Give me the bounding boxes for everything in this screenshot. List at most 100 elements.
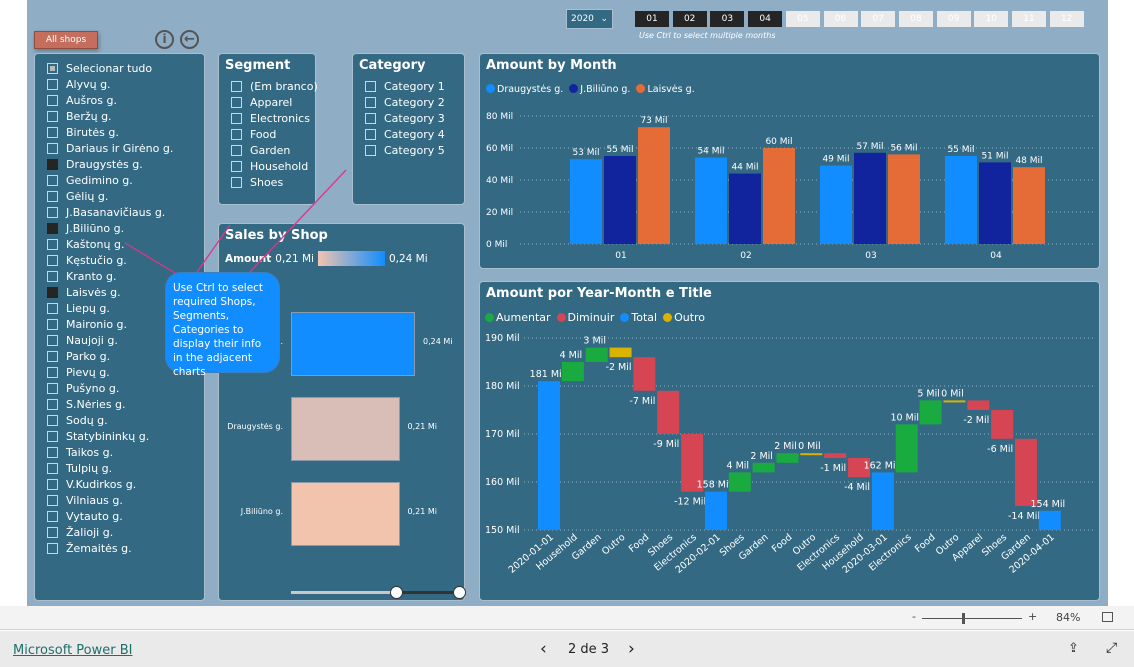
checkbox[interactable] — [231, 113, 242, 124]
waterfall-bar[interactable] — [871, 472, 894, 530]
checkbox[interactable] — [47, 127, 58, 138]
checkbox[interactable] — [47, 191, 58, 202]
month-button-05[interactable]: 05 — [785, 11, 820, 27]
slicer-item[interactable]: Garden — [231, 144, 290, 157]
checkbox[interactable] — [47, 367, 58, 378]
bar[interactable] — [570, 159, 602, 244]
waterfall-bar[interactable] — [824, 453, 847, 458]
slicer-item[interactable]: Shoes — [231, 176, 283, 189]
waterfall-bar[interactable] — [538, 381, 560, 530]
checkbox[interactable] — [47, 351, 58, 362]
waterfall-bar[interactable] — [585, 347, 608, 362]
checkbox[interactable] — [47, 543, 58, 554]
slicer-item[interactable]: Kęstučio g. — [47, 254, 127, 267]
slicer-item[interactable]: Category 3 — [365, 112, 445, 125]
slicer-item[interactable]: Birutės g. — [47, 126, 119, 139]
share-icon[interactable]: ⇪ — [1068, 641, 1079, 656]
shop-bar[interactable] — [291, 312, 415, 376]
checkbox[interactable] — [231, 161, 242, 172]
slicer-item[interactable]: Category 5 — [365, 144, 445, 157]
info-icon[interactable]: i — [155, 30, 174, 49]
year-dropdown[interactable]: 2020 ⌄ — [566, 9, 613, 29]
bar[interactable] — [729, 173, 761, 244]
checkbox[interactable] — [231, 81, 242, 92]
bar[interactable] — [604, 156, 636, 244]
month-button-09[interactable]: 09 — [936, 11, 971, 27]
slicer-item[interactable]: Dariaus ir Girėno g. — [47, 142, 173, 155]
back-arrow-icon[interactable]: ← — [180, 30, 199, 49]
slicer-item[interactable]: Kranto g. — [47, 270, 116, 283]
checkbox[interactable] — [365, 113, 376, 124]
slicer-item[interactable]: Žemaitės g. — [47, 542, 132, 555]
checkbox[interactable] — [47, 111, 58, 122]
bar[interactable] — [695, 157, 727, 244]
waterfall-bar[interactable] — [776, 453, 799, 463]
bar[interactable] — [854, 152, 886, 244]
waterfall-bar[interactable] — [943, 400, 966, 403]
slicer-item[interactable]: Taikos g. — [47, 446, 113, 459]
checkbox[interactable] — [47, 383, 58, 394]
checkbox[interactable] — [47, 207, 58, 218]
checkbox[interactable] — [47, 175, 58, 186]
waterfall-bar[interactable] — [895, 424, 918, 473]
waterfall-bar[interactable] — [633, 357, 656, 391]
waterfall-bar[interactable] — [967, 400, 990, 410]
slicer-item[interactable]: Parko g. — [47, 350, 110, 363]
slicer-item[interactable]: Kaštonų g. — [47, 238, 124, 251]
slicer-item[interactable]: J.Biliūno g. — [47, 222, 124, 235]
checkbox[interactable] — [231, 177, 242, 188]
slicer-item[interactable]: S.Nėries g. — [47, 398, 126, 411]
waterfall-bar[interactable] — [657, 390, 680, 434]
slicer-item[interactable]: Electronics — [231, 112, 310, 125]
month-button-10[interactable]: 10 — [974, 11, 1009, 27]
checkbox[interactable] — [47, 287, 58, 298]
all-shops-button[interactable]: All shops — [34, 31, 98, 49]
checkbox[interactable] — [47, 319, 58, 330]
checkbox[interactable] — [47, 303, 58, 314]
month-button-02[interactable]: 02 — [672, 11, 707, 27]
prev-page-button[interactable]: ‹ — [540, 639, 547, 659]
slider-handle-end[interactable] — [453, 586, 466, 599]
waterfall-bar[interactable] — [704, 491, 727, 530]
checkbox[interactable] — [47, 431, 58, 442]
zoom-slider[interactable] — [922, 613, 1022, 624]
slider-handle-start[interactable] — [390, 586, 403, 599]
bar[interactable] — [638, 127, 670, 244]
slicer-item[interactable]: Category 1 — [365, 80, 445, 93]
slicer-item[interactable]: V.Kudirkos g. — [47, 478, 136, 491]
month-button-01[interactable]: 01 — [635, 11, 669, 27]
month-button-07[interactable]: 07 — [861, 11, 896, 27]
checkbox[interactable] — [47, 463, 58, 474]
checkbox[interactable] — [47, 479, 58, 490]
slicer-item[interactable]: Naujoji g. — [47, 334, 118, 347]
waterfall-bar[interactable] — [1038, 510, 1061, 530]
slicer-item[interactable]: Pievų g. — [47, 366, 110, 379]
slicer-item[interactable]: Alyvų g. — [47, 78, 111, 91]
checkbox[interactable] — [47, 527, 58, 538]
slicer-item[interactable]: Food — [231, 128, 276, 141]
slicer-item[interactable]: Vytauto g. — [47, 510, 123, 523]
waterfall-bar[interactable] — [609, 347, 632, 358]
checkbox[interactable] — [47, 271, 58, 282]
fit-to-page-icon[interactable] — [1102, 612, 1113, 622]
slicer-item[interactable]: Draugystės g. — [47, 158, 143, 171]
checkbox[interactable] — [47, 239, 58, 250]
slicer-item[interactable]: Statybininkų g. — [47, 430, 149, 443]
power-bi-link[interactable]: Microsoft Power BI — [13, 643, 132, 658]
checkbox[interactable] — [47, 143, 58, 154]
checkbox[interactable] — [231, 129, 242, 140]
slicer-item[interactable]: Apparel — [231, 96, 292, 109]
slicer-item[interactable]: Selecionar tudo — [47, 62, 152, 75]
slicer-item[interactable]: J.Basanavičiaus g. — [47, 206, 165, 219]
bar[interactable] — [1013, 167, 1045, 244]
slicer-item[interactable]: Household — [231, 160, 308, 173]
month-button-12[interactable]: 12 — [1049, 11, 1084, 27]
slicer-item[interactable]: (Em branco) — [231, 80, 318, 93]
waterfall-bar[interactable] — [1015, 438, 1037, 506]
checkbox[interactable] — [365, 145, 376, 156]
checkbox[interactable] — [365, 129, 376, 140]
slicer-item[interactable]: Žalioji g. — [47, 526, 113, 539]
checkbox[interactable] — [47, 255, 58, 266]
checkbox[interactable] — [47, 63, 58, 74]
slicer-item[interactable]: Sodų g. — [47, 414, 108, 427]
